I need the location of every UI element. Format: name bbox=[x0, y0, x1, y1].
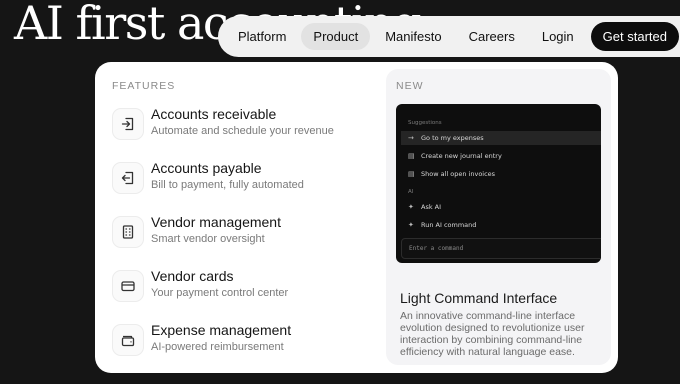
cmd-item-label: Go to my expenses bbox=[421, 134, 484, 142]
new-feature-title: Light Command Interface bbox=[400, 290, 558, 306]
cmd-item-label: Run AI command bbox=[421, 221, 477, 229]
arrow-in-icon bbox=[112, 108, 144, 140]
new-label: NEW bbox=[396, 80, 424, 92]
suggestions-section-label: Suggestions bbox=[408, 120, 442, 126]
document-icon: ▤ bbox=[408, 152, 415, 160]
cmd-item: ▤ Show all open invoices bbox=[401, 167, 601, 181]
cmd-item: ▤ Create new journal entry bbox=[401, 149, 601, 163]
cmd-item: ✦ Run AI command bbox=[401, 218, 601, 232]
cmd-item: ✦ Ask AI bbox=[401, 200, 601, 214]
arrow-out-icon bbox=[112, 162, 144, 194]
new-feature-card[interactable]: NEW Suggestions → Go to my expenses ▤ Cr… bbox=[386, 69, 611, 365]
feature-title: Vendor management bbox=[151, 214, 281, 230]
command-input: Enter a command bbox=[401, 238, 601, 259]
feature-accounts-receivable[interactable]: Accounts receivable Automate and schedul… bbox=[112, 106, 377, 150]
feature-title: Accounts receivable bbox=[151, 106, 277, 122]
ai-section-label: AI bbox=[408, 189, 414, 195]
new-feature-description: An innovative command-line interface evo… bbox=[400, 310, 585, 358]
nav-login[interactable]: Login bbox=[530, 23, 586, 50]
building-icon bbox=[112, 216, 144, 248]
wallet-icon bbox=[112, 324, 144, 356]
sparkle-icon: ✦ bbox=[408, 221, 414, 229]
cmd-item: → Go to my expenses bbox=[401, 131, 601, 145]
feature-description: Automate and schedule your revenue bbox=[151, 125, 334, 137]
card-icon bbox=[112, 270, 144, 302]
sparkle-icon: ✦ bbox=[408, 203, 414, 211]
top-navbar: Platform Product Manifesto Careers Login… bbox=[218, 16, 680, 57]
features-heading: FEATURES bbox=[112, 80, 176, 92]
nav-platform[interactable]: Platform bbox=[226, 23, 298, 50]
cmd-item-label: Create new journal entry bbox=[421, 152, 502, 160]
feature-vendor-management[interactable]: Vendor management Smart vendor oversight bbox=[112, 214, 377, 258]
feature-description: Smart vendor oversight bbox=[151, 233, 265, 245]
feature-description: Bill to payment, fully automated bbox=[151, 179, 304, 191]
get-started-button[interactable]: Get started bbox=[590, 22, 679, 51]
feature-title: Expense management bbox=[151, 322, 292, 338]
nav-product[interactable]: Product bbox=[301, 23, 371, 50]
feature-title: Accounts payable bbox=[151, 160, 262, 176]
document-icon: ▤ bbox=[408, 170, 415, 178]
nav-manifesto[interactable]: Manifesto bbox=[373, 23, 453, 50]
feature-description: AI-powered reimbursement bbox=[151, 341, 284, 353]
feature-expense-management[interactable]: Expense management AI-powered reimbursem… bbox=[112, 322, 377, 366]
arrow-right-icon: → bbox=[408, 134, 414, 142]
cmd-item-label: Show all open invoices bbox=[421, 170, 496, 178]
product-dropdown-menu: FEATURES Accounts receivable Automate an… bbox=[95, 62, 618, 373]
command-interface-preview: Suggestions → Go to my expenses ▤ Create… bbox=[396, 104, 601, 263]
feature-accounts-payable[interactable]: Accounts payable Bill to payment, fully … bbox=[112, 160, 377, 204]
nav-careers[interactable]: Careers bbox=[457, 23, 527, 50]
feature-title: Vendor cards bbox=[151, 268, 234, 284]
feature-vendor-cards[interactable]: Vendor cards Your payment control center bbox=[112, 268, 377, 312]
feature-description: Your payment control center bbox=[151, 287, 289, 299]
cmd-item-label: Ask AI bbox=[421, 203, 442, 211]
